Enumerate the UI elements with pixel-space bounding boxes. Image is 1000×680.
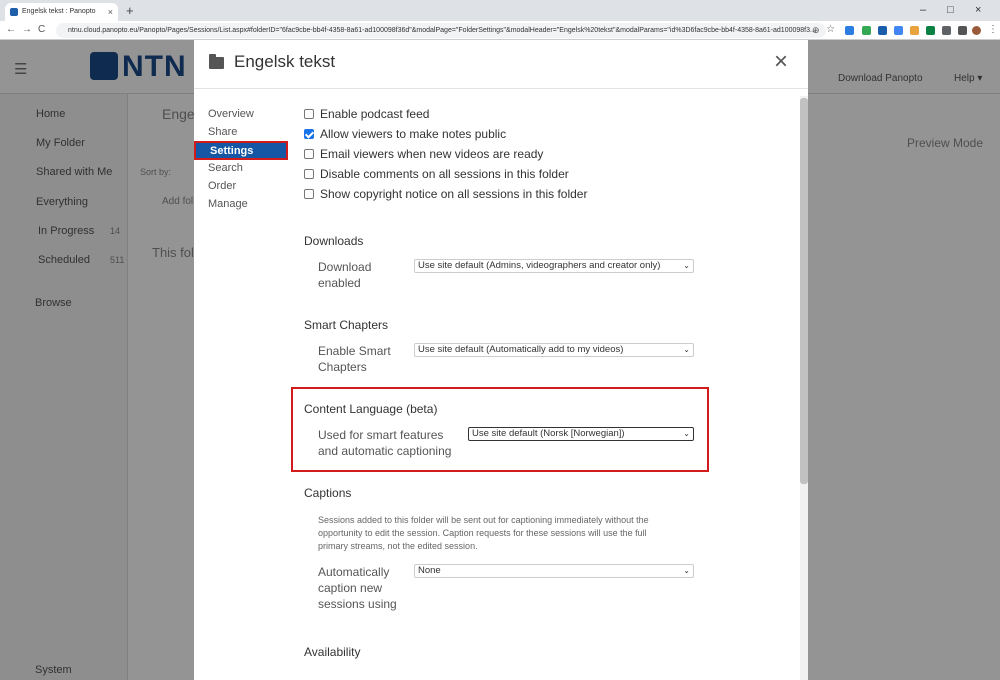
captions-description: Sessions added to this folder will be se… xyxy=(318,515,649,551)
extension-icon[interactable] xyxy=(894,26,903,35)
download-enabled-select[interactable]: Use site default (Admins, videographers … xyxy=(414,259,694,273)
profile-avatar[interactable] xyxy=(972,26,981,35)
folder-icon xyxy=(209,54,224,69)
disable-comments-checkbox[interactable]: Disable comments on all sessions in this… xyxy=(304,167,569,181)
checkbox-box[interactable] xyxy=(304,109,314,119)
auto-caption-label-1: Automatically xyxy=(318,565,390,579)
window-close-button[interactable]: × xyxy=(975,2,981,18)
tab-overview[interactable]: Overview xyxy=(208,108,254,120)
auto-caption-select[interactable]: None ⌄ xyxy=(414,564,694,578)
downloads-heading: Downloads xyxy=(304,234,364,248)
availability-heading: Availability xyxy=(304,645,361,659)
bookmark-star-icon[interactable]: ☆ xyxy=(826,23,835,37)
panopto-favicon-icon xyxy=(10,8,18,16)
menu-dots-icon[interactable]: ⋮ xyxy=(988,23,998,37)
chevron-down-icon: ⌄ xyxy=(683,429,690,438)
email-viewers-checkbox[interactable]: Email viewers when new videos are ready xyxy=(304,147,543,161)
tab-title: Engelsk tekst : Panopto xyxy=(22,8,96,15)
modal-title: Engelsk tekst xyxy=(234,52,336,71)
folder-settings-modal: Engelsk tekst × Overview Share Settings … xyxy=(194,40,808,680)
puzzle-icon[interactable] xyxy=(958,26,967,35)
reload-button[interactable]: C xyxy=(38,23,45,37)
minimize-button[interactable]: – xyxy=(920,2,926,18)
tab-order[interactable]: Order xyxy=(208,180,236,192)
browser-tab[interactable]: Engelsk tekst : Panopto × xyxy=(5,3,118,21)
url-input[interactable]: ntnu.cloud.panopto.eu/Panopto/Pages/Sess… xyxy=(56,23,826,38)
address-bar-row: ← → C ntnu.cloud.panopto.eu/Panopto/Page… xyxy=(0,21,1000,40)
content-language-heading: Content Language (beta) xyxy=(304,402,438,416)
checkbox-box-checked[interactable] xyxy=(304,129,314,139)
zoom-icon[interactable]: ⊕ xyxy=(812,23,820,37)
podcast-feed-checkbox[interactable]: Enable podcast feed xyxy=(304,107,429,121)
smart-chapters-label-1: Enable Smart xyxy=(318,344,391,358)
modal-scrollbar-thumb[interactable] xyxy=(800,98,808,484)
modal-header: Engelsk tekst × xyxy=(194,40,808,89)
smart-chapters-label-2: Chapters xyxy=(318,360,367,374)
checkbox-box[interactable] xyxy=(304,149,314,159)
tab-settings[interactable]: Settings xyxy=(194,141,288,160)
browser-tab-bar: Engelsk tekst : Panopto × + – □ × xyxy=(0,0,1000,21)
download-enabled-label-1: Download xyxy=(318,260,372,274)
extension-icon[interactable] xyxy=(845,26,854,35)
extension-icon[interactable] xyxy=(910,26,919,35)
modal-close-icon[interactable]: × xyxy=(774,49,788,75)
content-language-label-2: and automatic captioning xyxy=(318,444,452,458)
auto-caption-label-2: caption new xyxy=(318,581,383,595)
public-notes-checkbox[interactable]: Allow viewers to make notes public xyxy=(304,127,506,141)
chevron-down-icon: ⌄ xyxy=(683,345,690,354)
tab-share[interactable]: Share xyxy=(208,126,237,138)
copyright-notice-checkbox[interactable]: Show copyright notice on all sessions in… xyxy=(304,187,587,201)
extension-icon[interactable] xyxy=(942,26,951,35)
tab-search[interactable]: Search xyxy=(208,162,243,174)
extension-icon[interactable] xyxy=(926,26,935,35)
chevron-down-icon: ⌄ xyxy=(683,566,690,575)
tab-close-icon[interactable]: × xyxy=(108,3,113,21)
tab-manage[interactable]: Manage xyxy=(208,198,248,210)
extension-icon[interactable] xyxy=(878,26,887,35)
smart-chapters-heading: Smart Chapters xyxy=(304,318,389,332)
checkbox-box[interactable] xyxy=(304,169,314,179)
auto-caption-label-3: sessions using xyxy=(318,597,397,611)
download-enabled-label-2: enabled xyxy=(318,276,361,290)
maximize-button[interactable]: □ xyxy=(947,2,954,18)
forward-button[interactable]: → xyxy=(22,23,32,37)
smart-chapters-select[interactable]: Use site default (Automatically add to m… xyxy=(414,343,694,357)
content-language-select[interactable]: Use site default (Norsk [Norwegian]) ⌄ xyxy=(468,427,694,441)
back-button[interactable]: ← xyxy=(6,23,16,37)
captions-heading: Captions xyxy=(304,486,352,500)
chevron-down-icon: ⌄ xyxy=(683,261,690,270)
content-language-label-1: Used for smart features xyxy=(318,428,444,442)
new-tab-button[interactable]: + xyxy=(126,3,134,19)
checkbox-box[interactable] xyxy=(304,189,314,199)
extension-icon[interactable] xyxy=(862,26,871,35)
